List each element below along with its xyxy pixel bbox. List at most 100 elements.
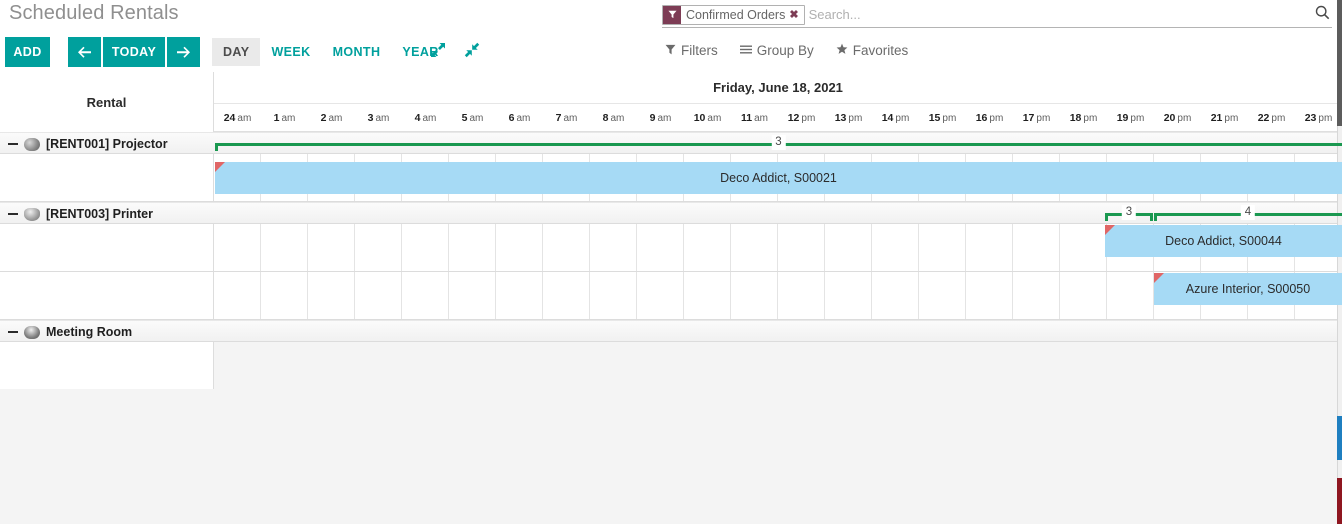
event-warning-corner-icon <box>215 162 225 172</box>
gantt-cell[interactable] <box>637 224 684 271</box>
gantt-cell[interactable] <box>966 224 1013 271</box>
gantt-cell[interactable] <box>402 224 449 271</box>
gantt-event-pill[interactable]: Azure Interior, S00050 <box>1154 273 1342 305</box>
gantt-cell[interactable] <box>308 272 355 319</box>
expand-arrows-icon[interactable] <box>430 42 446 58</box>
gantt-event-pill[interactable]: Deco Addict, S00044 <box>1105 225 1342 257</box>
search-input[interactable] <box>806 6 1315 23</box>
page-scrollbar-mark-blue <box>1337 416 1342 460</box>
gantt-cell[interactable] <box>308 224 355 271</box>
gantt-row-label-pane <box>0 272 214 319</box>
gantt-cell[interactable] <box>872 272 919 319</box>
hour-suffix: am <box>422 112 437 124</box>
hour-number: 13 <box>834 112 847 124</box>
gantt-cell[interactable] <box>731 224 778 271</box>
gantt-cell[interactable] <box>1107 272 1154 319</box>
scale-day[interactable]: DAY <box>212 38 261 66</box>
groupby-menu[interactable]: Group By <box>739 43 814 58</box>
hour-suffix: am <box>563 112 578 124</box>
scale-selector: DAY WEEK MONTH YEAR <box>212 38 450 66</box>
hour-number: 1 <box>273 112 280 124</box>
collapse-minus-icon[interactable] <box>8 213 18 215</box>
collapse-minus-icon[interactable] <box>8 143 18 145</box>
hour-suffix: am <box>754 112 768 124</box>
gantt-cell[interactable] <box>684 224 731 271</box>
gantt-cell[interactable] <box>590 272 637 319</box>
consolidation-count: 3 <box>1121 205 1137 220</box>
next-period-button[interactable] <box>167 37 200 67</box>
gantt-cell[interactable] <box>872 224 919 271</box>
gantt-cell[interactable] <box>496 224 543 271</box>
gantt-cell[interactable] <box>731 272 778 319</box>
gantt-group-row[interactable]: [RENT003] Printer 3 4 <box>0 202 1342 224</box>
hour-suffix: pm <box>1271 112 1286 124</box>
add-button[interactable]: ADD <box>5 37 50 67</box>
gantt-cell[interactable] <box>1013 272 1060 319</box>
search-icon[interactable] <box>1315 5 1332 24</box>
search-facet-remove-icon[interactable]: ✖ <box>789 8 803 21</box>
gantt-cell[interactable] <box>261 272 308 319</box>
gantt-cell[interactable] <box>214 224 261 271</box>
gantt-group-row[interactable]: Meeting Room <box>0 320 1342 342</box>
hour-suffix: pm <box>895 112 910 124</box>
gantt-chart: Rental Friday, June 18, 2021 24 am 1 am 2 am 3… <box>0 72 1342 390</box>
gantt-cell[interactable] <box>543 272 590 319</box>
gantt-cell[interactable] <box>1013 224 1060 271</box>
previous-period-button[interactable] <box>68 37 101 67</box>
hour-number: 16 <box>975 112 988 124</box>
gantt-cell[interactable] <box>355 272 402 319</box>
favorites-menu[interactable]: Favorites <box>836 43 908 58</box>
gantt-cell[interactable] <box>966 272 1013 319</box>
today-button[interactable]: TODAY <box>103 37 165 67</box>
gantt-event-pill[interactable]: Deco Addict, S00021 <box>215 162 1342 194</box>
gantt-cell[interactable] <box>543 224 590 271</box>
consolidation-cap-left <box>1105 213 1108 221</box>
gantt-cell[interactable] <box>355 224 402 271</box>
gantt-cell[interactable] <box>637 272 684 319</box>
hour-label: 15 pm <box>919 104 966 132</box>
consolidation-cap-left <box>215 143 218 151</box>
gantt-cell[interactable] <box>1060 272 1107 319</box>
scale-month[interactable]: MONTH <box>322 38 392 66</box>
page-scrollbar[interactable] <box>1337 0 1342 524</box>
zoom-controls <box>430 42 480 58</box>
hour-number: 9 <box>649 112 656 124</box>
gantt-cell[interactable] <box>778 272 825 319</box>
gantt-cell[interactable] <box>778 224 825 271</box>
gantt-row: Azure Interior, S00050 <box>0 272 1342 320</box>
hour-label: 11 am <box>731 104 778 132</box>
gantt-cell[interactable] <box>402 272 449 319</box>
gantt-event-label: Deco Addict, S00044 <box>1165 234 1282 248</box>
hamburger-icon <box>739 43 752 58</box>
gantt-cell[interactable] <box>449 272 496 319</box>
hour-number: 11 <box>740 112 753 124</box>
search-facet-confirmed-orders[interactable]: Confirmed Orders ✖ <box>662 4 805 25</box>
gantt-cell[interactable] <box>590 224 637 271</box>
gantt-cell[interactable] <box>825 272 872 319</box>
page-scrollbar-thumb[interactable] <box>1337 0 1342 126</box>
gantt-cell[interactable] <box>919 272 966 319</box>
hour-number: 2 <box>320 112 327 124</box>
gantt-cell[interactable] <box>261 224 308 271</box>
event-warning-corner-icon <box>1154 273 1164 283</box>
gantt-event-label: Deco Addict, S00021 <box>720 171 837 185</box>
collapse-minus-icon[interactable] <box>8 331 18 333</box>
hour-number: 5 <box>461 112 468 124</box>
gantt-cell[interactable] <box>496 272 543 319</box>
hour-label: 14 pm <box>872 104 919 132</box>
control-panel: Scheduled Rentals ADD TODAY DAY WEEK MON… <box>0 0 1342 72</box>
gantt-cell[interactable] <box>919 224 966 271</box>
gantt-cell[interactable] <box>825 224 872 271</box>
gantt-cell[interactable] <box>684 272 731 319</box>
gantt-cell[interactable] <box>1060 224 1107 271</box>
scale-week[interactable]: WEEK <box>260 38 321 66</box>
gantt-group-header: [RENT001] Projector <box>8 133 168 155</box>
gantt-cell[interactable] <box>449 224 496 271</box>
gantt-cell[interactable] <box>214 272 261 319</box>
gantt-group-row[interactable]: [RENT001] Projector 3 <box>0 132 1342 154</box>
groupby-menu-label: Group By <box>756 43 814 58</box>
filters-menu[interactable]: Filters <box>665 43 718 58</box>
gantt-group-header: Meeting Room <box>8 321 132 343</box>
collapse-arrows-icon[interactable] <box>464 42 480 58</box>
star-icon <box>836 43 848 58</box>
